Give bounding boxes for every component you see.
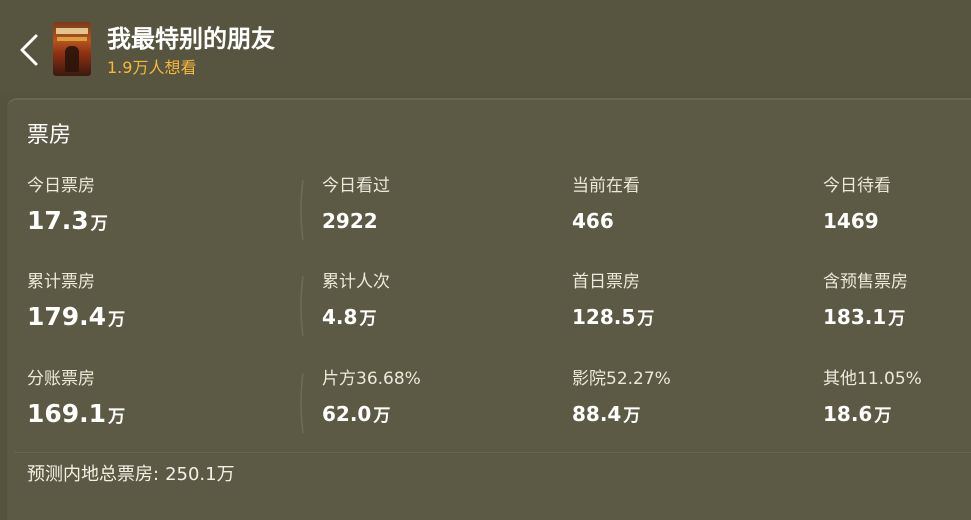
stat-today-watched: 今日看过 2922 [322,175,390,237]
stat-today-to-watch: 今日待看 1469 [823,175,891,237]
movie-title: 我最特别的朋友 [107,25,275,53]
back-button[interactable] [14,30,48,70]
stat-value: 88.4 万 [572,402,641,426]
stat-label: 分账票房 [27,369,95,389]
stat-producer-share: 片方36.68% 62.0 万 [322,368,421,430]
column-divider [299,373,305,433]
stat-opening-day: 首日票房 128.5 万 [572,271,654,333]
stat-label: 片方36.68% [322,369,421,389]
stat-total-admissions: 累计人次 4.8 万 [322,271,390,333]
stat-value: 1469 [823,209,879,233]
forecast-total-box-office: 预测内地总票房: 250.1万 [27,462,235,488]
stat-total-box-office: 累计票房 179.4 万 [27,271,125,334]
movie-poster-thumbnail[interactable] [53,22,91,76]
stat-value: 169.1 万 [27,399,126,428]
stat-value: 18.6 万 [823,402,892,426]
stat-value: 62.0 万 [322,402,391,426]
stat-other-share: 其他11.05% 18.6 万 [823,368,922,430]
stat-value: 4.8 万 [322,305,377,329]
stat-incl-presale: 含预售票房 183.1 万 [823,271,908,333]
stat-label: 今日票房 [27,176,95,196]
stat-label: 今日看过 [322,176,390,196]
stat-value: 17.3 万 [27,206,108,235]
stat-label: 当前在看 [572,176,640,196]
stat-today-box-office: 今日票房 17.3 万 [27,175,108,238]
stat-value: 2922 [322,209,378,233]
top-bar: 我最特别的朋友 1.9万人想看 [0,0,971,92]
forecast-label: 预测内地总票房: [27,464,160,485]
separator-line [14,452,971,453]
stat-split-box-office: 分账票房 169.1 万 [27,368,125,431]
stat-value: 466 [572,209,614,233]
stat-cinema-share: 影院52.27% 88.4 万 [572,368,671,430]
stat-label: 今日待看 [823,176,891,196]
stat-label: 首日票房 [572,272,640,292]
want-to-watch-count: 1.9万人想看 [107,58,197,77]
stat-value: 128.5 万 [572,305,655,329]
column-divider [299,180,305,240]
stat-now-watching: 当前在看 466 [572,175,640,237]
stat-label: 累计票房 [27,272,95,292]
forecast-value: 250.1万 [165,464,235,485]
stat-label: 其他11.05% [823,369,922,389]
section-title: 票房 [27,123,72,148]
stat-label: 累计人次 [322,272,390,292]
chevron-left-icon [20,34,38,66]
stat-label: 含预售票房 [823,272,908,292]
stat-label: 影院52.27% [572,369,671,389]
column-divider [299,276,305,336]
stat-value: 183.1 万 [823,305,906,329]
stat-value: 179.4 万 [27,302,126,331]
